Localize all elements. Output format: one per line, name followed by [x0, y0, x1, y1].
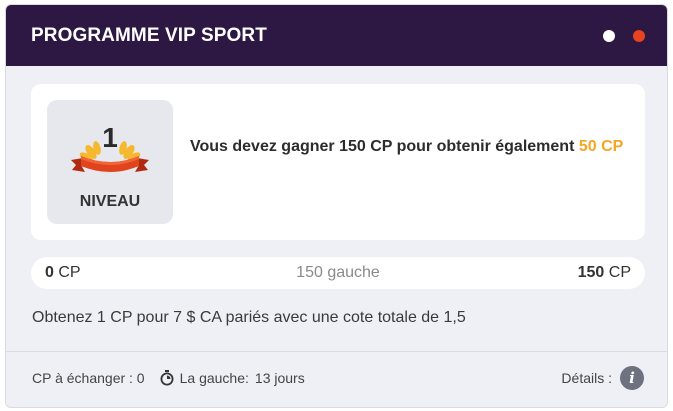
time-left: La gauche: 13 jours — [160, 370, 305, 386]
laurel-ribbon-icon — [71, 141, 149, 172]
level-badge: 1 NIVEAU — [47, 100, 173, 224]
progress-bar: 0 CP 150 gauche 150 CP — [31, 257, 645, 289]
carousel-dot-1[interactable] — [603, 29, 615, 42]
carousel-dot-2[interactable] — [633, 29, 645, 42]
progress-target: 150 CP — [577, 264, 631, 281]
card-title: PROGRAMME VIP SPORT — [31, 24, 267, 46]
vip-program-card: PROGRAMME VIP SPORT 1 NIVEAU Vous devez … — [5, 4, 668, 408]
details-link[interactable]: Détails : i — [561, 366, 644, 390]
carousel-dots — [603, 29, 645, 42]
earning-info: Obtenez 1 CP pour 7 $ CA pariés avec une… — [32, 309, 466, 326]
level-label: NIVEAU — [79, 193, 141, 210]
details-label: Détails : — [561, 370, 612, 386]
info-icon[interactable]: i — [620, 366, 644, 390]
level-message-text: Vous devez gagner 150 CP pour obtenir ég… — [190, 138, 575, 155]
level-message: Vous devez gagner 150 CP pour obtenir ég… — [190, 132, 630, 161]
level-reward: 50 CP — [578, 138, 624, 155]
card-footer: CP à échanger : 0 La gauche: 13 jours Dé… — [32, 365, 644, 391]
time-left-value: 13 jours — [254, 370, 305, 386]
level-panel: 1 NIVEAU Vous devez gagner 150 CP pour o… — [31, 84, 645, 240]
progress-remaining: 150 gauche — [296, 264, 380, 281]
time-left-label: La gauche: — [179, 370, 249, 386]
divider — [6, 351, 667, 352]
card-header: PROGRAMME VIP SPORT — [6, 5, 667, 66]
exchange-points: CP à échanger : 0 — [32, 370, 145, 386]
stopwatch-icon — [160, 370, 174, 386]
